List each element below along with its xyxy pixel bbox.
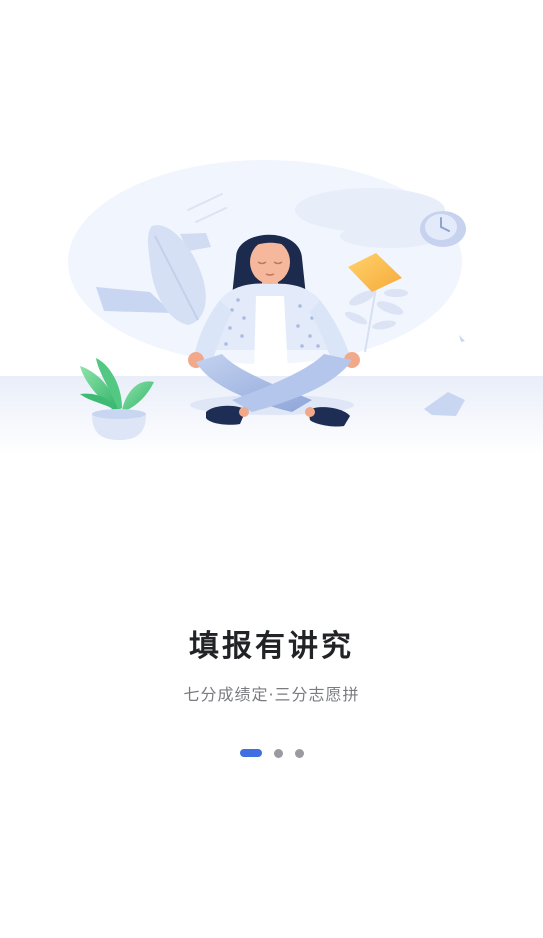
- page-dot-1[interactable]: [239, 749, 262, 757]
- page-subtitle: 七分成绩定·三分志愿拼: [183, 685, 360, 704]
- onboarding-screen: 填报有讲究 七分成绩定·三分志愿拼: [0, 0, 543, 938]
- page-indicator: [0, 747, 543, 759]
- clock-icon: [420, 211, 466, 247]
- page-dot-2[interactable]: [273, 748, 283, 758]
- page-title: 填报有讲究: [189, 629, 354, 664]
- page-dot-3[interactable]: [294, 748, 304, 758]
- meditation-illustration: [0, 0, 543, 470]
